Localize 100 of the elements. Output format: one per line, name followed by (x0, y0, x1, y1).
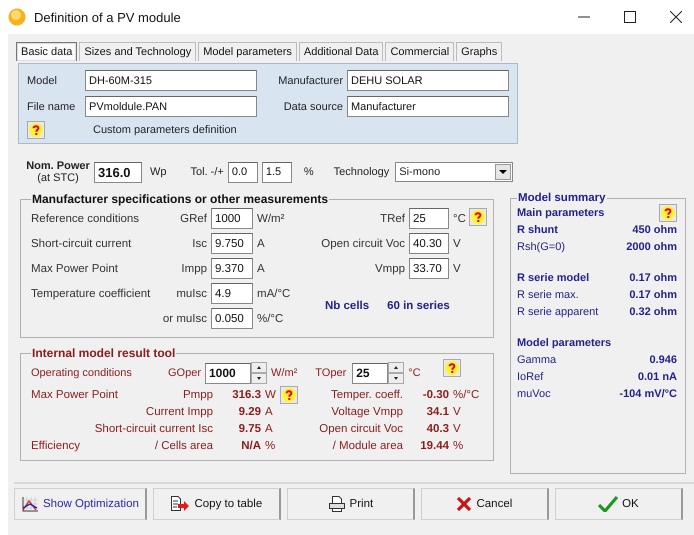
parameter-value: 2000 ohm (626, 240, 677, 252)
parameter-label: Gamma (517, 354, 556, 366)
field-label: File name (27, 100, 76, 112)
tab[interactable]: Commercial (385, 42, 454, 61)
technology-dropdown[interactable]: Si-mono (395, 162, 514, 182)
field-sublabel: (at STC) (37, 172, 79, 184)
maximize-icon[interactable] (624, 11, 636, 23)
value-field[interactable]: 9.370 (211, 258, 253, 279)
help-button[interactable] (659, 204, 677, 222)
row-label: Max Power Point (31, 262, 119, 274)
value-field[interactable]: 4.9 (211, 283, 253, 304)
tab[interactable]: Basic data (16, 42, 78, 61)
parameter-label: R serie apparent (517, 306, 598, 318)
symbol-label: Current Impp (144, 406, 213, 418)
symbol-label: / Cells area (154, 440, 213, 452)
unit-text: W/m² (271, 367, 298, 379)
printer-icon (328, 496, 346, 512)
value-field[interactable]: 25 (409, 208, 449, 229)
unit-text: %/°C (257, 312, 284, 324)
parameter-value: 450 ohm (632, 224, 677, 236)
unit-text: V (453, 422, 462, 434)
field-label: Data source (282, 100, 344, 112)
app-icon (8, 8, 26, 26)
action-button[interactable]: Print (286, 488, 415, 520)
text-field[interactable]: DEHU SOLAR (347, 70, 509, 91)
parameter-value: 0.946 (649, 354, 677, 366)
unit-text: V (453, 406, 462, 418)
document-arrow-icon (170, 496, 190, 512)
unit-text: °C (453, 212, 467, 224)
value-field[interactable]: 33.70 (409, 258, 449, 279)
unit-text: A (265, 406, 273, 418)
group-title: Model summary (517, 192, 607, 204)
row-label: Temperature coefficient (31, 288, 152, 300)
unit-text: % (453, 440, 464, 452)
tab[interactable]: Model parameters (198, 42, 297, 61)
spin-field[interactable]: 25 (352, 362, 388, 384)
cells-value: 60 in series (387, 300, 450, 312)
result-value: 19.44 (419, 440, 449, 452)
spinner-button[interactable] (388, 362, 404, 384)
row-label: Operating conditions (31, 367, 133, 379)
parameter-label: R shunt (517, 224, 558, 236)
unit-text: A (257, 262, 266, 274)
text-field[interactable]: Manufacturer (347, 96, 509, 117)
tab[interactable]: Additional Data (298, 42, 384, 61)
value-field[interactable]: 0.050 (211, 308, 253, 329)
symbol-label: muIsc (175, 288, 207, 300)
parameter-label: R serie model (517, 272, 590, 284)
tolerance-field[interactable]: 1.5 (262, 162, 292, 182)
parameter-value: 0.17 ohm (629, 272, 677, 284)
help-button[interactable] (280, 386, 298, 404)
unit-text: mA/°C (257, 288, 291, 300)
close-icon[interactable] (670, 11, 682, 23)
symbol-label: Vmpp (374, 262, 405, 274)
action-button[interactable]: Cancel (420, 488, 549, 520)
value-field[interactable]: 9.750 (211, 233, 253, 254)
action-button[interactable]: OK (554, 488, 683, 520)
parameter-label: muVoc (517, 388, 551, 400)
value-field[interactable]: 40.30 (409, 233, 449, 254)
help-button[interactable] (469, 208, 487, 226)
spinner-button[interactable] (251, 362, 267, 384)
value-field[interactable]: 1000 (211, 208, 253, 229)
parameter-label: Rsh(G=0) (517, 240, 565, 252)
spin-field[interactable]: 1000 (205, 362, 251, 384)
result-value: -0.30 (422, 388, 449, 400)
chart-icon (21, 496, 39, 512)
parameter-value: 0.01 nA (638, 370, 677, 382)
text-field[interactable]: DH-60M-315 (85, 70, 257, 91)
field-label: Tol. -/+ (190, 166, 224, 178)
symbol-label: Temper. coeff. (330, 388, 403, 400)
symbol-label: Isc (191, 238, 207, 250)
group-title: Manufacturer specifications or other measurements (31, 192, 330, 206)
tolerance-field[interactable]: 0.0 (228, 162, 258, 182)
text-field[interactable]: PVmoldule.PAN (85, 96, 257, 117)
parameter-value: -104 mV/°C (619, 388, 677, 400)
question-icon (444, 361, 459, 375)
symbol-label: Short-circuit current Isc (94, 422, 213, 434)
question-icon (471, 210, 485, 224)
cross-icon (456, 496, 472, 512)
field-label: Manufacturer (277, 74, 344, 86)
tab[interactable]: Graphs (456, 42, 502, 61)
caret-icon (495, 164, 512, 180)
symbol-label: GOper (166, 367, 201, 379)
check-icon (598, 496, 618, 512)
unit-text: A (257, 238, 266, 250)
tab[interactable]: Sizes and Technology (79, 42, 196, 61)
question-icon (282, 388, 296, 402)
power-field[interactable]: 316.0 (94, 162, 142, 182)
unit-text: %/°C (453, 388, 480, 400)
note-text: Custom parameters definition (93, 124, 237, 136)
group-title: Internal model result tool (31, 346, 176, 360)
field-label: Model (27, 74, 58, 86)
help-button[interactable] (442, 359, 461, 377)
action-button[interactable]: Copy to table (152, 488, 281, 520)
parameter-value: 0.17 ohm (629, 288, 677, 300)
action-button[interactable]: Show Optimization (14, 488, 147, 520)
help-button[interactable] (27, 121, 45, 139)
question-icon (29, 123, 43, 137)
result-value: 9.29 (238, 406, 261, 418)
unit-text: % (304, 166, 314, 178)
unit-text: W (265, 388, 276, 400)
